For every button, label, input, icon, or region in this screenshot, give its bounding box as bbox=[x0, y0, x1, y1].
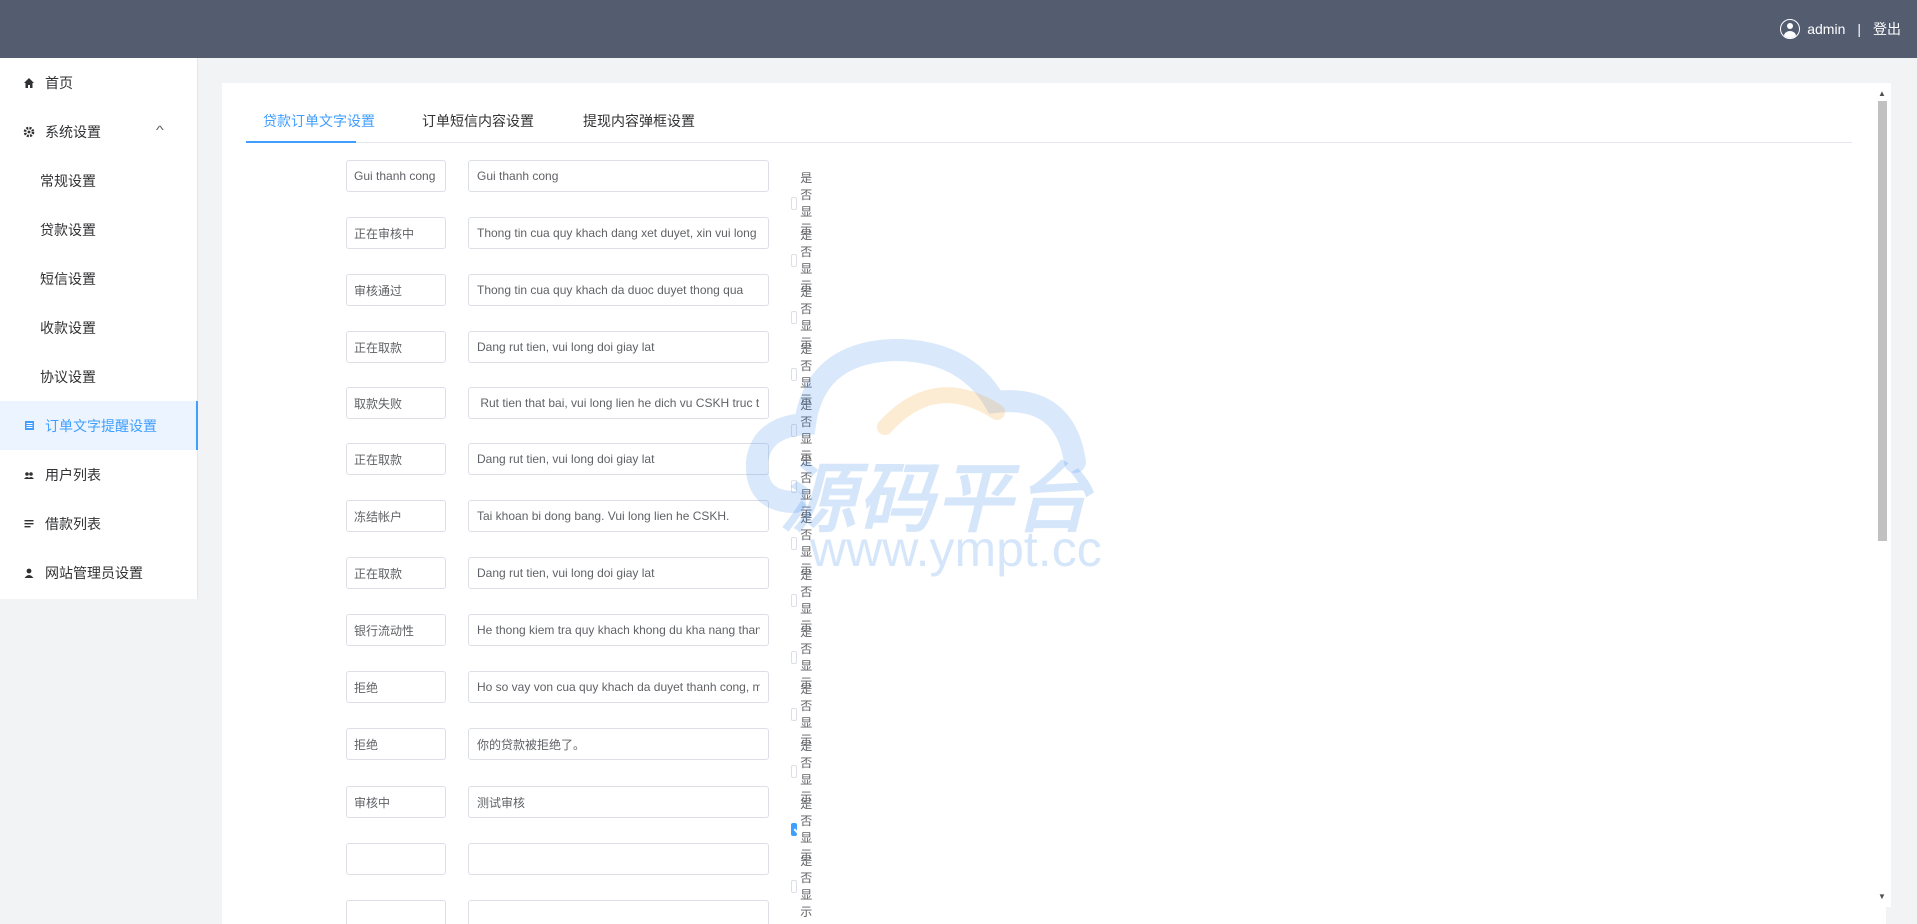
checkbox-label: 是否显示 bbox=[800, 854, 813, 919]
top-header: admin | 登出 bbox=[0, 0, 1917, 58]
status-text-input[interactable] bbox=[468, 160, 769, 192]
scroll-down-arrow-icon[interactable]: ▼ bbox=[1878, 892, 1886, 901]
status-text-input[interactable] bbox=[468, 843, 769, 875]
checkbox-box[interactable] bbox=[791, 479, 798, 493]
status-key-input[interactable] bbox=[346, 843, 446, 875]
user-menu[interactable]: admin | 登出 bbox=[1780, 18, 1901, 40]
checkbox-box[interactable] bbox=[791, 764, 798, 778]
sidebar-item-label: 收款设置 bbox=[40, 319, 96, 336]
sidebar-item-sms-settings[interactable]: 短信设置 bbox=[0, 254, 197, 303]
sidebar-item-payment-settings[interactable]: 收款设置 bbox=[0, 303, 197, 352]
sidebar-item-user-list[interactable]: 用户列表 bbox=[0, 450, 197, 499]
status-key-input[interactable] bbox=[346, 614, 446, 646]
checkbox-box[interactable] bbox=[791, 593, 798, 607]
username[interactable]: admin bbox=[1807, 21, 1845, 37]
header-separator: | bbox=[1857, 21, 1861, 37]
status-text-input[interactable] bbox=[468, 671, 769, 703]
status-key-input[interactable] bbox=[346, 160, 446, 192]
sidebar-item-system-settings[interactable]: 系统设置 ^ bbox=[0, 107, 197, 156]
sidebar-item-agreement-settings[interactable]: 协议设置 bbox=[0, 352, 197, 401]
sidebar-item-admin-settings[interactable]: 网站管理员设置 bbox=[0, 548, 197, 597]
sidebar-item-label: 系统设置 bbox=[45, 123, 101, 140]
sidebar-item-general-settings[interactable]: 常规设置 bbox=[0, 156, 197, 205]
checkbox-box[interactable] bbox=[791, 196, 798, 210]
gear-icon bbox=[22, 125, 36, 139]
sidebar-item-loan-list[interactable]: 借款列表 bbox=[0, 499, 197, 548]
checkbox-box-checked[interactable] bbox=[791, 822, 798, 836]
main-panel: 贷款订单文字设置 订单短信内容设置 提现内容弹框设置 是否显示 是否显示 是否显… bbox=[222, 83, 1886, 924]
scroll-up-arrow-icon[interactable]: ▲ bbox=[1878, 89, 1886, 98]
status-text-input[interactable] bbox=[468, 728, 769, 760]
list-icon bbox=[22, 517, 36, 531]
checkbox-box[interactable] bbox=[791, 536, 798, 550]
status-text-input[interactable] bbox=[468, 557, 769, 589]
status-key-input[interactable] bbox=[346, 671, 446, 703]
status-text-input[interactable] bbox=[468, 614, 769, 646]
tab-order-sms-content[interactable]: 订单短信内容设置 bbox=[422, 107, 534, 143]
tab-loan-order-text[interactable]: 贷款订单文字设置 bbox=[263, 107, 375, 143]
sidebar-item-label: 首页 bbox=[45, 74, 73, 91]
sidebar-item-label: 订单文字提醒设置 bbox=[45, 417, 157, 434]
status-key-input[interactable] bbox=[346, 274, 446, 306]
chevron-up-icon[interactable]: ^ bbox=[156, 123, 164, 137]
sidebar-item-home[interactable]: 首页 bbox=[0, 58, 197, 107]
sidebar-item-order-text-reminder[interactable]: 订单文字提醒设置 bbox=[0, 401, 198, 450]
scrollbar-thumb[interactable] bbox=[1878, 101, 1887, 541]
status-key-input[interactable] bbox=[346, 443, 446, 475]
checkbox-box[interactable] bbox=[791, 650, 798, 664]
sidebar: 首页 系统设置 ^ 常规设置 贷款设置 短信设置 收款设置 协议设置 订单文字提… bbox=[0, 58, 198, 599]
sidebar-item-label: 常规设置 bbox=[40, 172, 96, 189]
tab-withdraw-popup[interactable]: 提现内容弹框设置 bbox=[583, 107, 695, 143]
status-text-input[interactable] bbox=[468, 274, 769, 306]
status-key-input[interactable] bbox=[346, 728, 446, 760]
sidebar-item-label: 协议设置 bbox=[40, 368, 96, 385]
checkbox-box[interactable] bbox=[791, 367, 798, 381]
sidebar-item-label: 用户列表 bbox=[45, 466, 101, 483]
status-text-input[interactable] bbox=[468, 331, 769, 363]
status-text-input[interactable] bbox=[468, 443, 769, 475]
user-avatar-icon bbox=[1780, 19, 1801, 39]
sidebar-item-label: 借款列表 bbox=[45, 515, 101, 532]
status-key-input[interactable] bbox=[346, 331, 446, 363]
user-icon bbox=[22, 566, 36, 580]
checkbox-box[interactable] bbox=[791, 707, 798, 721]
users-icon bbox=[22, 468, 36, 482]
checkbox-box[interactable] bbox=[791, 253, 798, 267]
status-key-input[interactable] bbox=[346, 557, 446, 589]
active-tab-indicator bbox=[246, 141, 356, 143]
status-key-input[interactable] bbox=[346, 900, 446, 924]
status-text-input[interactable] bbox=[468, 500, 769, 532]
document-icon bbox=[22, 419, 36, 433]
logout-link[interactable]: 登出 bbox=[1873, 19, 1901, 39]
status-text-input[interactable] bbox=[468, 217, 769, 249]
checkbox-box[interactable] bbox=[791, 879, 798, 893]
show-checkbox[interactable]: 是否显示 bbox=[791, 852, 819, 920]
status-text-input[interactable] bbox=[468, 786, 769, 818]
status-key-input[interactable] bbox=[346, 786, 446, 818]
home-icon bbox=[22, 76, 36, 90]
status-key-input[interactable] bbox=[346, 387, 446, 419]
status-key-input[interactable] bbox=[346, 500, 446, 532]
checkbox-box[interactable] bbox=[791, 310, 798, 324]
sidebar-item-loan-settings[interactable]: 贷款设置 bbox=[0, 205, 197, 254]
sidebar-item-label: 网站管理员设置 bbox=[45, 564, 143, 581]
status-text-input[interactable] bbox=[468, 387, 769, 419]
tab-bar: 贷款订单文字设置 订单短信内容设置 提现内容弹框设置 bbox=[246, 107, 1852, 143]
sidebar-item-label: 贷款设置 bbox=[40, 221, 96, 238]
sidebar-item-label: 短信设置 bbox=[40, 270, 96, 287]
checkbox-box[interactable] bbox=[791, 423, 798, 437]
vertical-scrollbar[interactable]: ▲ ▼ bbox=[1874, 83, 1891, 907]
status-key-input[interactable] bbox=[346, 217, 446, 249]
status-text-input[interactable] bbox=[468, 900, 769, 924]
